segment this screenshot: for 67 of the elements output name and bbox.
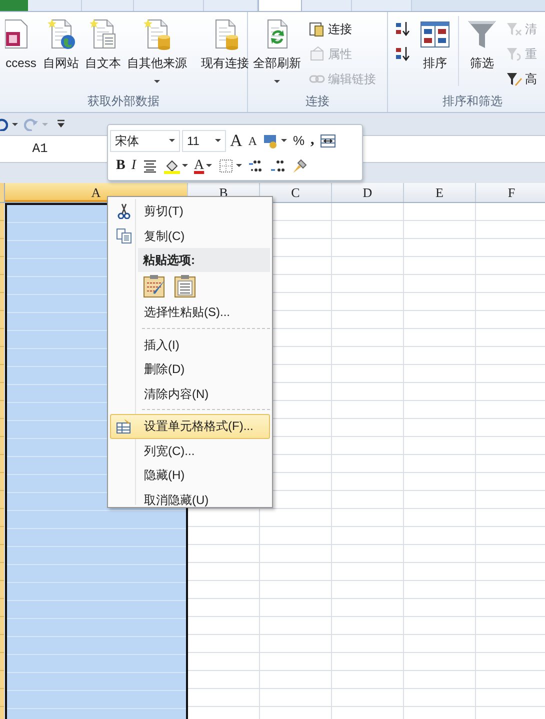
italic-button[interactable]: I [129, 154, 138, 176]
menu-item[interactable]: 复制(C) [110, 224, 270, 248]
sort-descending-icon [395, 46, 411, 62]
caret-icon [42, 122, 48, 126]
grow-font-button[interactable]: A [228, 130, 244, 152]
caret-icon [12, 122, 18, 126]
column-header[interactable]: E [404, 183, 476, 202]
ribbon-button[interactable]: ccess [2, 16, 40, 74]
name-box[interactable]: A1 [0, 139, 80, 159]
menu-item[interactable]: 清除内容(N) [110, 382, 270, 406]
sort-ascending-icon [395, 20, 411, 36]
menu-item[interactable]: 隐藏(H) [110, 463, 270, 488]
menu-item[interactable]: 插入(I) [110, 332, 270, 357]
font-name-field[interactable]: 宋体 [110, 130, 180, 152]
clipboard-brush-icon [143, 274, 167, 298]
menu-item[interactable]: 设置单元格格式(F)... [110, 414, 270, 438]
percent-style-button[interactable]: % [290, 130, 307, 152]
ribbon-button[interactable]: 筛选 [463, 16, 501, 74]
ribbon-button[interactable]: 现有连接 [198, 16, 252, 74]
clipboard-icon [173, 274, 197, 298]
group-label: 获取外部数据 [86, 93, 160, 110]
connections-icon [309, 20, 325, 36]
menu-section-header: 粘贴选项: [138, 248, 270, 272]
ribbon-button[interactable]: 连接 [307, 16, 378, 41]
group-label: 排序和筛选 [442, 93, 504, 110]
filter-icon [466, 18, 498, 50]
properties-icon [309, 46, 325, 62]
ribbon-button[interactable]: 自文本 [82, 16, 124, 74]
toolbar-button[interactable] [0, 117, 18, 131]
font-color-button[interactable]: A [192, 154, 214, 176]
copy-icon [116, 228, 132, 244]
web-page-icon [45, 18, 77, 50]
align-center-icon [142, 158, 158, 174]
menu-item[interactable]: 选择性粘贴(S)... [110, 300, 270, 324]
paste-option-button[interactable] [173, 274, 197, 298]
shrink-font-button[interactable]: A [246, 130, 259, 152]
group-label: 连接 [304, 93, 330, 110]
advanced-filter-icon [506, 70, 522, 86]
ribbon-button[interactable]: 自其他来源 [124, 16, 190, 85]
paintbrush-icon [292, 158, 308, 174]
borders-icon [218, 158, 234, 174]
ribbon-button[interactable]: 全部刷新 [250, 16, 304, 85]
comma-style-button[interactable]: , [308, 130, 316, 152]
scissors-icon [116, 203, 132, 220]
ribbon-button[interactable]: 排序 [416, 16, 454, 74]
menu-item[interactable]: 剪切(T) [110, 199, 270, 224]
reapply-filter-icon [506, 46, 522, 62]
font-size-field[interactable]: 11 [182, 130, 226, 152]
merge-cells-icon [320, 132, 336, 148]
menu-item[interactable]: 列宽(C)... [110, 438, 270, 463]
ribbon-button[interactable]: 自网站 [40, 16, 82, 74]
decrease-decimal-icon [270, 158, 286, 174]
menu-item[interactable]: 取消隐藏(U) [110, 488, 270, 512]
column-header[interactable]: D [332, 183, 404, 202]
menu-item[interactable]: 删除(D) [110, 357, 270, 382]
redo-icon [24, 117, 38, 131]
caret-icon [215, 139, 221, 142]
format-cells-icon [116, 418, 132, 434]
currency-icon [262, 132, 279, 148]
ribbon-button[interactable]: 高 [504, 66, 539, 91]
column-header[interactable]: F [476, 183, 545, 202]
clear-filter-icon [506, 20, 522, 36]
increase-decimal-icon [248, 158, 264, 174]
bold-button[interactable]: B [114, 154, 128, 176]
paste-option-button[interactable] [143, 274, 167, 298]
caret-icon [169, 139, 175, 142]
fill-color-icon [164, 158, 180, 174]
